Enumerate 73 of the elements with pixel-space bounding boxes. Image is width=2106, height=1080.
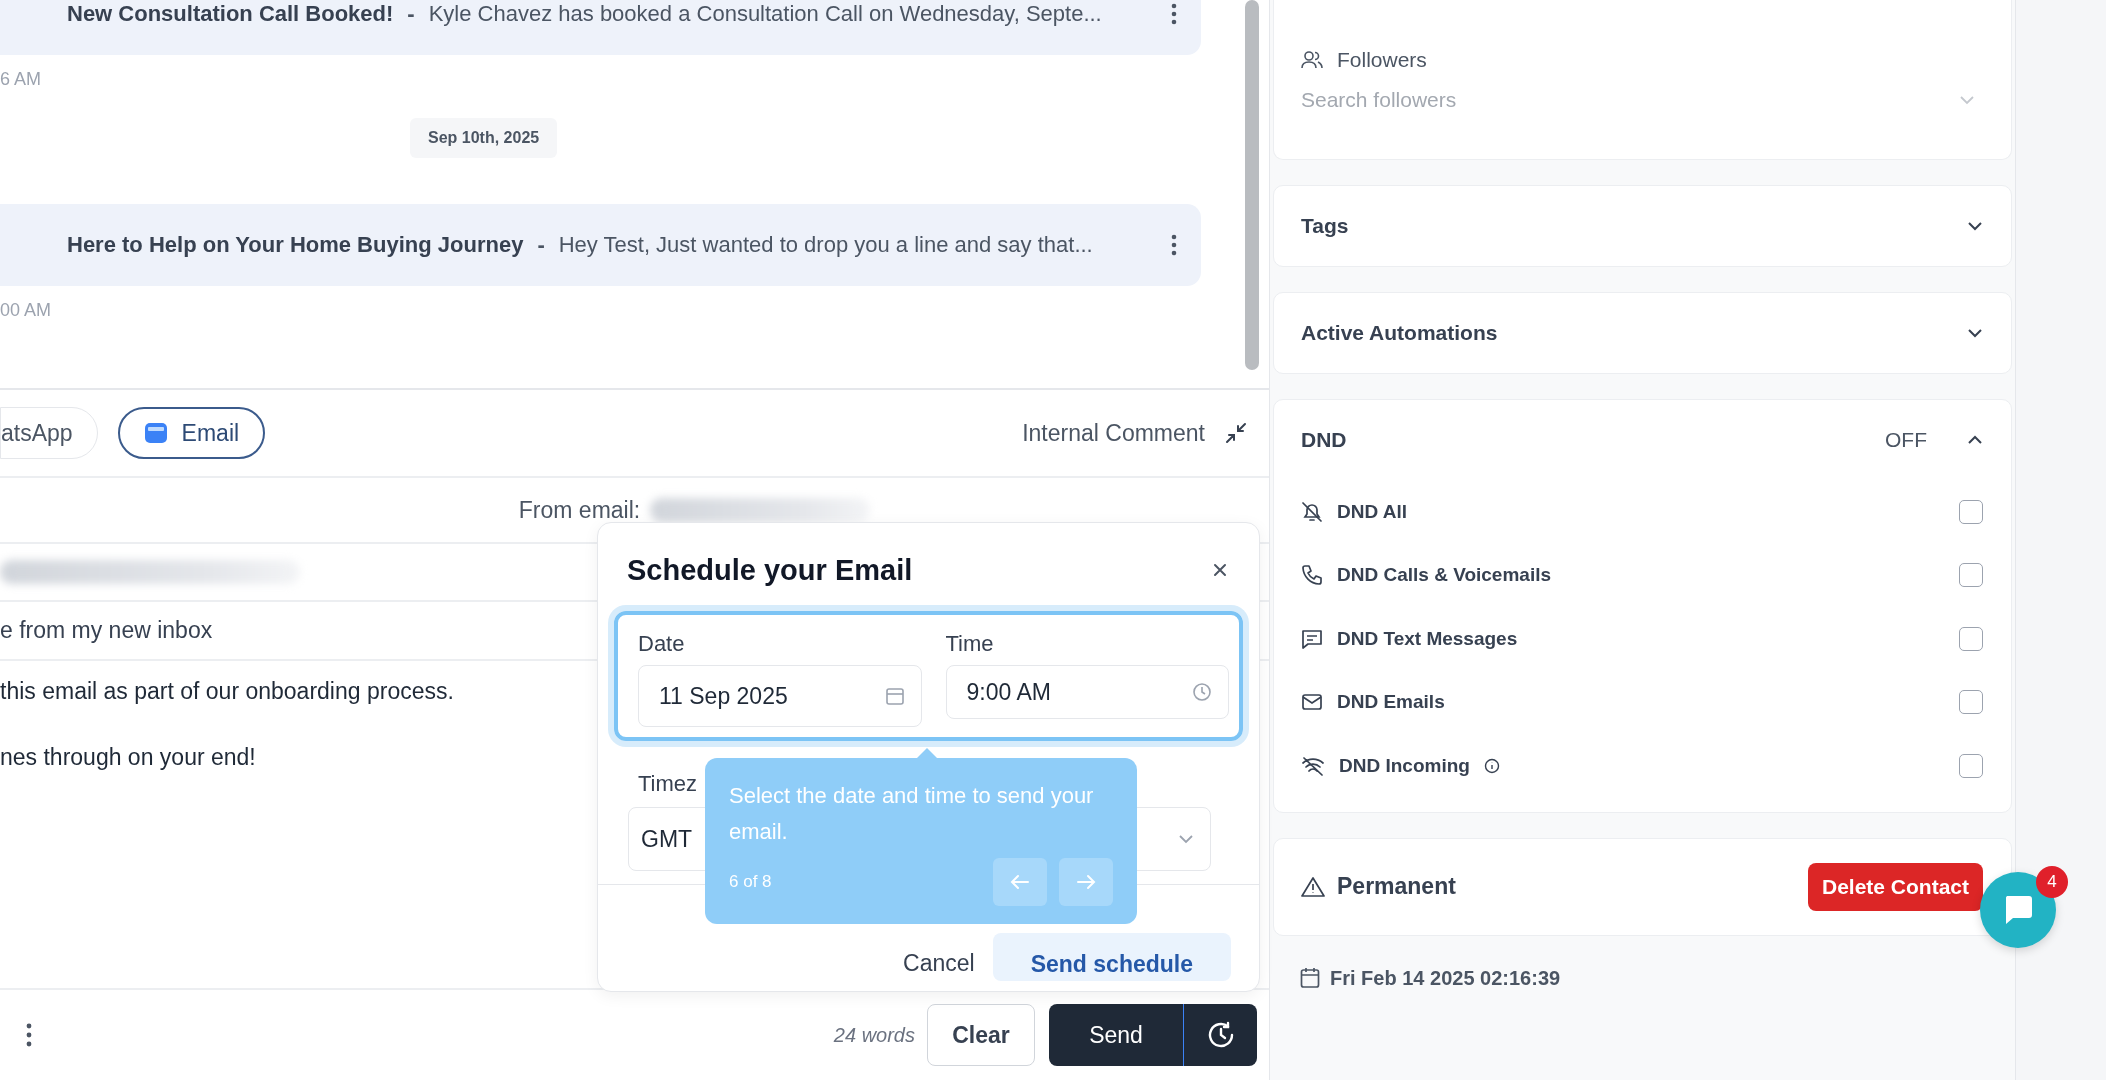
send-schedule-button[interactable]: Send schedule xyxy=(992,933,1231,981)
checkbox[interactable] xyxy=(1959,499,1983,524)
checkbox[interactable] xyxy=(1959,753,1983,778)
send-button[interactable]: Send xyxy=(1049,1004,1183,1066)
dnd-option-label: DND Emails xyxy=(1337,691,1445,714)
time-field[interactable]: 9:00 AM xyxy=(945,665,1229,719)
dnd-option-label: DND Calls & Voicemails xyxy=(1337,564,1551,587)
info-icon[interactable] xyxy=(1483,757,1500,774)
dnd-option-label: DND Text Messages xyxy=(1337,627,1518,650)
section-header[interactable]: Tags xyxy=(1273,185,2012,267)
wifi-off-icon xyxy=(1301,754,1325,777)
more-icon[interactable] xyxy=(26,1023,32,1047)
permanent-label: Permanent xyxy=(1337,873,1456,900)
phone-icon xyxy=(1301,564,1323,587)
calendar-icon xyxy=(1300,967,1320,989)
dnd-option-label: DND Incoming xyxy=(1339,754,1470,777)
message-title: Here to Help on Your Home Buying Journey xyxy=(67,232,524,258)
chevron-down-icon xyxy=(1178,834,1194,844)
arrow-left-icon xyxy=(1010,874,1030,890)
date-separator: Sep 10th, 2025 xyxy=(410,118,558,158)
tooltip-text: Select the date and time to send your email. xyxy=(729,782,1095,846)
followers-label: Followers xyxy=(1337,48,1427,72)
arrow-right-icon xyxy=(1076,874,1096,890)
time-label: Time xyxy=(945,631,994,658)
email-icon xyxy=(143,422,168,444)
chevron-icon xyxy=(1967,435,1983,445)
chevron-down-icon xyxy=(1967,328,1983,338)
close-icon[interactable] xyxy=(1213,563,1227,577)
message-bubble[interactable]: Here to Help on Your Home Buying Journey - Hey Test, Just wanted to drop you a line and say that... xyxy=(0,204,1201,286)
channel-tab[interactable]: atsApp xyxy=(0,407,98,459)
calendar-icon xyxy=(884,686,905,706)
channel-tab[interactable]: Email xyxy=(117,407,266,459)
message-time: 00 AM xyxy=(0,300,52,321)
date-label: Date xyxy=(638,631,685,658)
schedule-button[interactable] xyxy=(1183,1004,1257,1066)
from-label: From email: xyxy=(518,496,641,524)
dnd-option-label: DND All xyxy=(1337,500,1408,523)
body-text: this email as part of our onboarding process. xyxy=(0,677,454,706)
more-icon[interactable] xyxy=(1171,3,1177,25)
cancel-button[interactable]: Cancel xyxy=(903,950,975,981)
body-text: nes through on your end! xyxy=(0,743,256,772)
message-time: 6 AM xyxy=(0,69,42,90)
date-field[interactable]: 11 Sep 2025 xyxy=(638,665,922,727)
checkbox[interactable] xyxy=(1959,690,1983,715)
message-preview: Hey Test, Just wanted to drop you a line and say that... xyxy=(558,232,1094,258)
checkbox[interactable] xyxy=(1959,563,1983,588)
message-preview: Kyle Chavez has booked a Consultation Call on Wednesday, Septe... xyxy=(428,0,1103,28)
step-counter: 6 of 8 xyxy=(729,872,772,892)
message-title: New Consultation Call Booked! xyxy=(67,0,394,28)
dialog-title: Schedule your Email xyxy=(627,553,913,587)
people-icon xyxy=(1301,50,1323,70)
section-header[interactable]: Active Automations xyxy=(1273,292,2012,374)
delete-contact-button[interactable]: Delete Contact xyxy=(1807,862,1983,911)
word-count: 24 words xyxy=(833,1023,915,1047)
clear-button[interactable]: Clear xyxy=(927,1004,1035,1066)
message-bubble[interactable]: New Consultation Call Booked! - Kyle Chavez has booked a Consultation Call on Wednesday, Septe... xyxy=(0,0,1201,55)
chevron-down-icon xyxy=(1967,221,1983,231)
created-date: Fri Feb 14 2025 02:16:39 xyxy=(1330,966,1561,990)
bell-off-icon xyxy=(1301,500,1323,523)
subject-text[interactable]: e from my new inbox xyxy=(0,617,213,644)
warning-icon xyxy=(1301,875,1325,898)
dnd-header[interactable]: DND OFF xyxy=(1301,400,1983,480)
message-separator: - xyxy=(407,0,415,28)
timezone-label: Timez xyxy=(638,771,698,798)
collapse-icon[interactable] xyxy=(1225,422,1247,444)
checkbox[interactable] xyxy=(1959,626,1983,651)
clock-icon xyxy=(1192,682,1212,702)
message-separator: - xyxy=(537,232,545,258)
chevron-down-icon xyxy=(1959,95,1975,105)
internal-comment-button[interactable]: Internal Comment xyxy=(1022,419,1205,447)
message-icon xyxy=(1301,627,1323,650)
more-icon[interactable] xyxy=(1171,234,1177,256)
scrollbar[interactable] xyxy=(1245,0,1259,370)
